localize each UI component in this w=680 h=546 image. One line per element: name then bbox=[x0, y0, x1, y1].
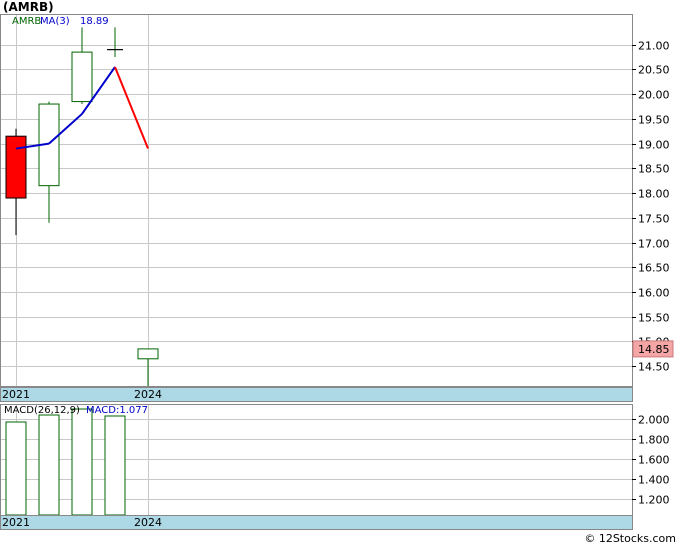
price-tick-label: 16.50 bbox=[638, 262, 670, 275]
price-tick-label: 20.50 bbox=[638, 64, 670, 77]
price-tick-label: 14.50 bbox=[638, 361, 670, 374]
last-price-label: 14.85 bbox=[638, 343, 670, 356]
site-credit: © 12Stocks.com bbox=[584, 532, 676, 545]
macd-x-axis-band bbox=[0, 515, 633, 530]
price-tick-label: 20.00 bbox=[638, 89, 670, 102]
candle-body bbox=[71, 51, 93, 103]
candle-body bbox=[137, 348, 159, 360]
price-tick-label: 16.00 bbox=[638, 287, 670, 300]
price-y-axis: 14.5015.0015.5016.0016.5017.0017.5018.00… bbox=[632, 40, 670, 374]
macd-x-label: 2024 bbox=[134, 516, 162, 529]
price-x-label: 2024 bbox=[134, 388, 162, 401]
macd-bar bbox=[104, 415, 126, 516]
price-legend: AMRB MA(3) 18.89 bbox=[12, 16, 109, 27]
price-x-label: 2021 bbox=[2, 388, 30, 401]
macd-bar bbox=[71, 408, 93, 516]
legend-ma-label: MA(3) bbox=[40, 16, 70, 27]
macd-tick-label: 1.200 bbox=[638, 494, 670, 507]
price-tick-label: 17.50 bbox=[638, 213, 670, 226]
last-price-marker: 14.85 bbox=[632, 340, 674, 358]
macd-legend-label: MACD(26,12,9) bbox=[4, 405, 80, 416]
macd-tick-label: 1.800 bbox=[638, 434, 670, 447]
macd-tick-label: 1.400 bbox=[638, 474, 670, 487]
price-plot-frame bbox=[0, 14, 633, 387]
price-tick-label: 19.00 bbox=[638, 139, 670, 152]
price-tick-label: 18.50 bbox=[638, 163, 670, 176]
price-tick-label: 19.50 bbox=[638, 114, 670, 127]
price-tick-label: 17.00 bbox=[638, 238, 670, 251]
price-tick-label: 18.00 bbox=[638, 188, 670, 201]
macd-tick-label: 2.000 bbox=[638, 414, 670, 427]
legend-ma-value: 18.89 bbox=[80, 16, 109, 27]
candle-body bbox=[5, 135, 27, 199]
macd-y-axis: 1.200 1.400 1.600 1.800 2.000 bbox=[632, 414, 670, 507]
price-tick-label: 15.50 bbox=[638, 312, 670, 325]
macd-legend: MACD(26,12,9) MACD:1.077 bbox=[4, 405, 148, 416]
legend-symbol: AMRB bbox=[12, 16, 41, 27]
macd-tick-label: 1.600 bbox=[638, 454, 670, 467]
price-x-axis-band bbox=[0, 387, 633, 402]
macd-panel: 1.200 1.400 1.600 1.800 2.000 MACD(26,12,9) … bbox=[0, 404, 670, 530]
macd-legend-value: MACD:1.077 bbox=[86, 405, 148, 416]
price-tick-label: 21.00 bbox=[638, 40, 670, 53]
macd-bar bbox=[5, 421, 27, 516]
price-panel: 14.5015.0015.5016.0016.5017.0017.5018.00… bbox=[0, 14, 674, 402]
stock-chart: 14.5015.0015.5016.0016.5017.0017.5018.00… bbox=[0, 14, 674, 530]
macd-x-label: 2021 bbox=[2, 516, 30, 529]
macd-bar bbox=[38, 414, 60, 516]
